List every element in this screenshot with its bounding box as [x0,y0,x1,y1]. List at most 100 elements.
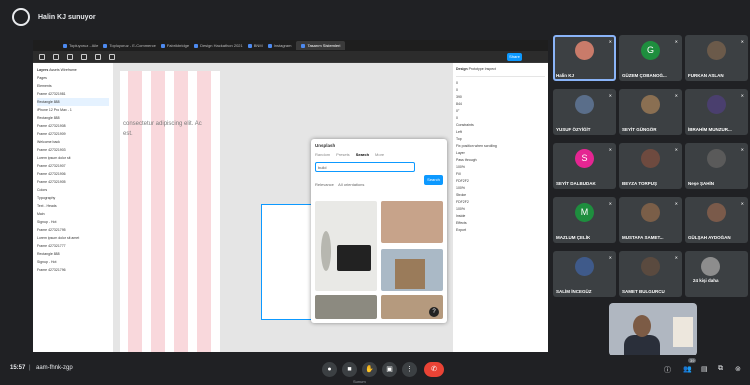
property-row[interactable]: Inside [456,213,545,220]
property-row[interactable]: Pass through [456,157,545,164]
info-icon[interactable]: ⓘ [664,365,671,375]
participant-tile[interactable]: S ✕ SEYİT DALBUDAK [553,143,616,189]
tab-wireframe[interactable]: Wireframe [61,68,77,72]
participant-tile[interactable]: ✕ Neşe ŞAHİN [685,143,748,189]
participant-tile[interactable]: ✕ İBRAHİM MUNZUR... [685,89,748,135]
participant-tile[interactable]: ✕ GÜLŞAH AYDOĞAN [685,197,748,243]
pen-tool-icon[interactable] [81,53,87,60]
tab-prototype[interactable]: Prototype [469,67,484,71]
layer-item[interactable]: Lorem ipsum dolor sit [37,154,109,162]
tab-more[interactable]: More [375,152,384,157]
property-row[interactable]: Fill [456,171,545,178]
participant-tile[interactable]: ✕ SALİM İNCEGÜZ [553,251,616,297]
tab-random[interactable]: Random [315,152,330,157]
property-row[interactable]: Stroke [456,192,545,199]
comment-tool-icon[interactable] [109,53,115,60]
image-thumbnail[interactable] [315,295,377,319]
camera-icon[interactable]: ■ [342,362,357,377]
participant-tile[interactable]: G ✕ GÜZEM ÇOBANOĞ... [619,35,682,81]
browser-tab-active[interactable]: Tasarım Sistemleri [296,41,346,50]
relevance-dropdown[interactable]: Relevance [315,182,334,187]
participant-tile[interactable]: ✕ MUSTAFA SAMET... [619,197,682,243]
image-thumbnail[interactable] [381,201,443,243]
layer-item[interactable]: Rectangle 888 [37,98,109,106]
property-row[interactable]: FDF2F2 [456,178,545,185]
orientation-dropdown[interactable]: All orientations [338,182,364,187]
browser-tab[interactable]: Topluyoruz - Aile [63,43,98,48]
help-icon[interactable]: ? [429,307,439,317]
property-row[interactable]: 0° [456,108,545,115]
property-row[interactable]: Effects [456,220,545,227]
activities-icon[interactable]: ⧉ [718,365,723,373]
property-row[interactable]: Left [456,129,545,136]
layer-item[interactable]: Text - Heads [37,202,109,210]
browser-tab[interactable]: Topluyoruz - E-Commerce [103,43,156,48]
tab-design[interactable]: Design [456,67,468,71]
layer-item[interactable]: Frame 427321795 [37,226,109,234]
end-call-icon[interactable]: ✆ [424,362,444,377]
property-row[interactable]: Layer [456,150,545,157]
mic-icon[interactable]: ● [322,362,337,377]
browser-tab[interactable]: Design Hackathon 2021 [194,43,243,48]
tab-layers[interactable]: Layers [37,68,48,72]
layer-item[interactable]: Typography [37,194,109,202]
property-row[interactable]: Fix position when scrolling [456,143,545,150]
property-row[interactable]: Export [456,227,545,234]
participant-tile[interactable]: ✕ Halin KJ [553,35,616,81]
text-tool-icon[interactable] [95,53,101,60]
layer-item[interactable]: Signup - Hot [37,218,109,226]
property-row[interactable]: 0 [456,87,545,94]
layer-item[interactable]: Frame 427321796 [37,266,109,274]
property-row[interactable]: Top [456,136,545,143]
more-icon[interactable]: ⋮ [402,362,417,377]
property-row[interactable]: FDF2F2 [456,199,545,206]
participant-tile[interactable]: M ✕ MAZLUM ÇELİK [553,197,616,243]
layer-item[interactable]: Frame 427321981 [37,90,109,98]
layer-item[interactable]: Rectangle 888 [37,114,109,122]
layer-item[interactable]: Rectangle 888 [37,250,109,258]
move-tool-icon[interactable] [39,53,45,60]
present-icon[interactable]: ▣ [382,362,397,377]
participant-tile[interactable]: ✕ SAMET BULGURCU [619,251,682,297]
layer-item[interactable]: Frame 427321777 [37,242,109,250]
property-row[interactable]: 100% [456,164,545,171]
tab-search[interactable]: Search [356,152,369,157]
layer-item[interactable]: iPhone 12 Pro Max - 1 [37,106,109,114]
browser-tab[interactable]: Fabrikbridge [160,43,189,48]
self-view[interactable] [609,303,697,356]
browser-tab[interactable]: Instagram [267,43,291,48]
layer-item[interactable]: Frame 427321907 [37,162,109,170]
tab-assets[interactable]: Assets [49,68,60,72]
property-row[interactable]: 100% [456,206,545,213]
property-row[interactable]: 100% [456,185,545,192]
participant-tile[interactable]: ✕ FURKAN ASLAN [685,35,748,81]
property-row[interactable]: 0 [456,115,545,122]
tab-inspect[interactable]: Inspect [485,67,496,71]
image-thumbnail[interactable] [315,201,377,291]
browser-tab[interactable]: BNM [247,43,263,48]
layer-item[interactable]: Main [37,210,109,218]
layer-item[interactable]: Signup - Hot [37,258,109,266]
search-button[interactable]: Search [424,175,443,185]
image-thumbnail[interactable] [381,249,443,291]
layer-item[interactable]: Colors [37,186,109,194]
lock-icon[interactable]: ⊚ [735,365,741,373]
participant-tile[interactable]: ✕ YUSUF ÖZYİĞİT [553,89,616,135]
layer-item[interactable]: Frame 427321906 [37,170,109,178]
property-row[interactable]: Constraints [456,122,545,129]
layer-item[interactable]: Frame 427321903 [37,146,109,154]
participant-tile[interactable]: ✕ BEYZA TORPUŞ [619,143,682,189]
hand-icon[interactable]: ✋ [362,362,377,377]
page-item[interactable]: Elements [37,82,109,90]
property-row[interactable]: 844 [456,101,545,108]
layer-item[interactable]: Frame 427321905 [37,178,109,186]
property-row[interactable]: 390 [456,94,545,101]
layer-item[interactable]: Welcome back [37,138,109,146]
tab-presets[interactable]: Presets [336,152,350,157]
chat-icon[interactable]: ▤ [701,365,708,373]
shape-tool-icon[interactable] [67,53,73,60]
participant-tile[interactable]: ✕ SEYİT GÜNGÖR [619,89,682,135]
people-icon[interactable]: 👥 [683,365,692,373]
layer-item[interactable]: Frame 427321908 [37,122,109,130]
share-button[interactable]: Share [507,53,522,61]
